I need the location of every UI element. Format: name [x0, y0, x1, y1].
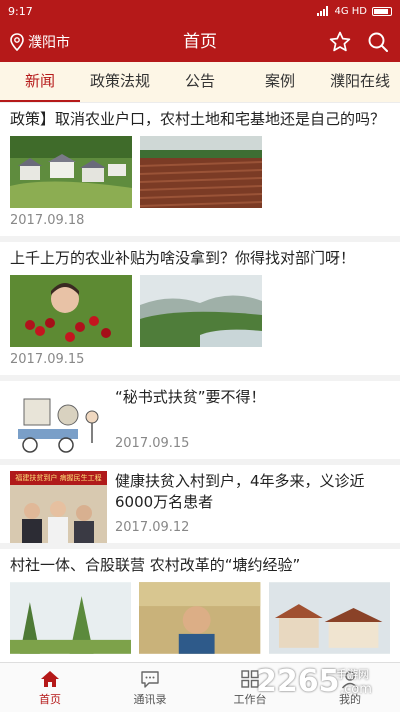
news-title: 政策】取消农业户口，农村土地和宅基地还是自己的吗？ [10, 110, 386, 128]
news-title: “秘书式扶贫”要不得！ [115, 388, 266, 406]
category-tabs: 新闻 政策法规 公告 案例 濮阳在线 [0, 62, 400, 103]
trees-image [10, 582, 132, 654]
news-title: 上千上万的农业补贴为啥没拿到？你得找对部门呀！ [10, 249, 356, 267]
home-icon [41, 670, 59, 687]
news-feed: 政策】取消农业户口，农村土地和宅基地还是自己的吗？ 2017.09.18 上千上… [0, 103, 400, 662]
network-type: 4G HD [334, 5, 367, 17]
status-bar: 9:17 4G HD [0, 0, 400, 22]
girl-cherries-image [10, 275, 132, 347]
village-houses-image [268, 582, 390, 654]
tab-policy[interactable]: 政策法规 [80, 62, 160, 102]
nav-home-label: 首页 [39, 692, 61, 706]
news-title: 村社一体、合股联营 农村改革的“塘约经验” [10, 556, 301, 574]
status-icons: 4G HD [317, 6, 392, 17]
news-item[interactable]: 村社一体、合股联营 农村改革的“塘约经验” [0, 549, 400, 654]
news-item[interactable]: 政策】取消农业户口，农村土地和宅基地还是自己的吗？ 2017.09.18 [0, 103, 400, 242]
star-icon[interactable] [328, 30, 352, 54]
tab-news[interactable]: 新闻 [0, 62, 80, 102]
signal-icon [317, 6, 329, 16]
battery-icon [372, 6, 392, 16]
news-date: 2017.09.12 [115, 520, 190, 535]
clinic-image: 福建扶贫到户 病握民生工程 [10, 471, 107, 543]
image-banner-text: 福建扶贫到户 病握民生工程 [15, 474, 102, 482]
grid-icon [241, 669, 259, 688]
news-title: 健康扶贫入村到户，4年多来，义诊近6000万名患者 [115, 472, 365, 511]
bottom-nav: 首页 通讯录 工作台 我的 [0, 662, 400, 712]
nav-workbench[interactable]: 工作台 [200, 663, 300, 712]
person-icon [341, 670, 359, 688]
search-icon[interactable] [366, 30, 390, 54]
news-date: 2017.09.15 [10, 352, 85, 367]
chat-icon [141, 670, 159, 688]
news-date: 2017.09.18 [10, 213, 85, 228]
map-pin-icon [10, 33, 24, 51]
tab-cases[interactable]: 案例 [240, 62, 320, 102]
news-date: 2017.09.15 [115, 436, 190, 451]
elder-portrait-image [139, 582, 261, 654]
mountain-landscape-image [140, 275, 262, 347]
status-time: 9:17 [8, 4, 33, 18]
nav-profile[interactable]: 我的 [300, 663, 400, 712]
nav-home[interactable]: 首页 [0, 663, 100, 712]
cartoon-image [10, 387, 107, 459]
village-image [10, 136, 132, 208]
news-item[interactable]: “秘书式扶贫”要不得！ 2017.09.15 [0, 381, 400, 465]
location-selector[interactable]: 濮阳市 [10, 22, 70, 62]
news-item[interactable]: 上千上万的农业补贴为啥没拿到？你得找对部门呀！ 2017.09.15 [0, 242, 400, 381]
news-item[interactable]: 福建扶贫到户 病握民生工程 健康扶贫入村到户，4年多来，义诊近6000万名患者 … [0, 465, 400, 549]
tab-puyang-online[interactable]: 濮阳在线 [320, 62, 400, 102]
nav-profile-label: 我的 [339, 692, 361, 706]
nav-contacts[interactable]: 通讯录 [100, 663, 200, 712]
nav-workbench-label: 工作台 [233, 692, 267, 706]
tab-announcement[interactable]: 公告 [160, 62, 240, 102]
farmland-image [140, 136, 262, 208]
nav-contacts-label: 通讯录 [133, 692, 167, 706]
location-label: 濮阳市 [28, 35, 70, 51]
app-header: 濮阳市 首页 [0, 22, 400, 62]
